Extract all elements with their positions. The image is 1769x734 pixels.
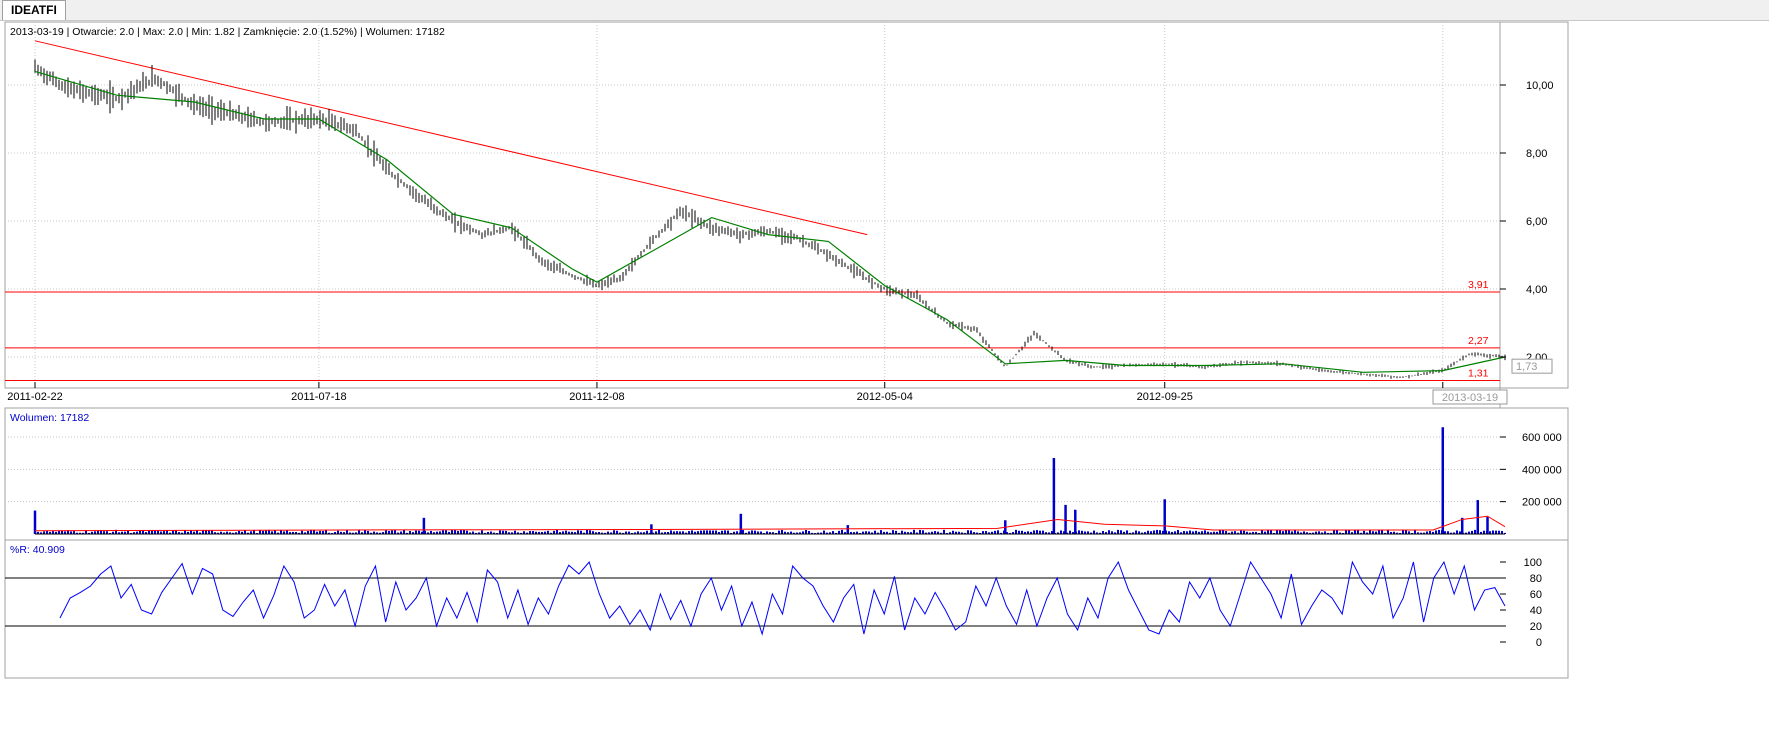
- horizontal-line-label: 2,27: [1468, 335, 1489, 347]
- williams-title: %R: 40.909: [10, 544, 65, 556]
- current-price-label: 1,73: [1516, 361, 1537, 373]
- volume-panel: 200 000 400 000 600 000 Wolumen: 17182: [4, 407, 1569, 557]
- williams-tick-label: 60: [1530, 589, 1542, 601]
- williams-tick-label: 100: [1524, 557, 1542, 569]
- horizontal-line-label: 3,91: [1468, 279, 1489, 291]
- price-tick-label: 6,00: [1526, 216, 1547, 228]
- tab-ideatfi[interactable]: IDEATFI: [2, 0, 66, 20]
- price-tick-label: 4,00: [1526, 284, 1547, 296]
- chart-area: 3,912,271,31 2,004,006,008,0010,001,73 2…: [4, 21, 1569, 679]
- price-tick-label: 8,00: [1526, 148, 1547, 160]
- volume-tick-label: 600 000: [1522, 432, 1562, 444]
- volume-title: Wolumen: 17182: [10, 412, 89, 424]
- williams-panel: 0 20 40 60 80 100 %R: 40.909: [4, 539, 1569, 679]
- williams-tick-label: 40: [1530, 605, 1542, 617]
- volume-tick-label: 400 000: [1522, 464, 1562, 476]
- info-line: 2013-03-19 | Otwarcie: 2.0 | Max: 2.0 | …: [10, 26, 445, 38]
- date-tick-label: 2011-02-22: [7, 391, 62, 403]
- price-tick-label: 10,00: [1526, 80, 1554, 92]
- williams-tick-label: 80: [1530, 573, 1542, 585]
- current-date-label: 2013-03-19: [1442, 392, 1498, 404]
- williams-tick-label: 0: [1536, 637, 1542, 649]
- williams-panel-frame: [4, 539, 1569, 679]
- horizontal-line-label: 1,31: [1468, 367, 1489, 379]
- date-tick-label: 2011-12-08: [569, 391, 624, 403]
- volume-tick-label: 200 000: [1522, 497, 1562, 509]
- williams-tick-label: 20: [1530, 621, 1542, 633]
- date-tick-label: 2011-07-18: [291, 391, 346, 403]
- price-panel-frame: [4, 21, 1569, 389]
- date-tick-label: 2012-05-04: [857, 391, 913, 403]
- tab-bar: IDEATFI: [0, 0, 1769, 21]
- date-tick-label: 2012-09-25: [1137, 391, 1193, 403]
